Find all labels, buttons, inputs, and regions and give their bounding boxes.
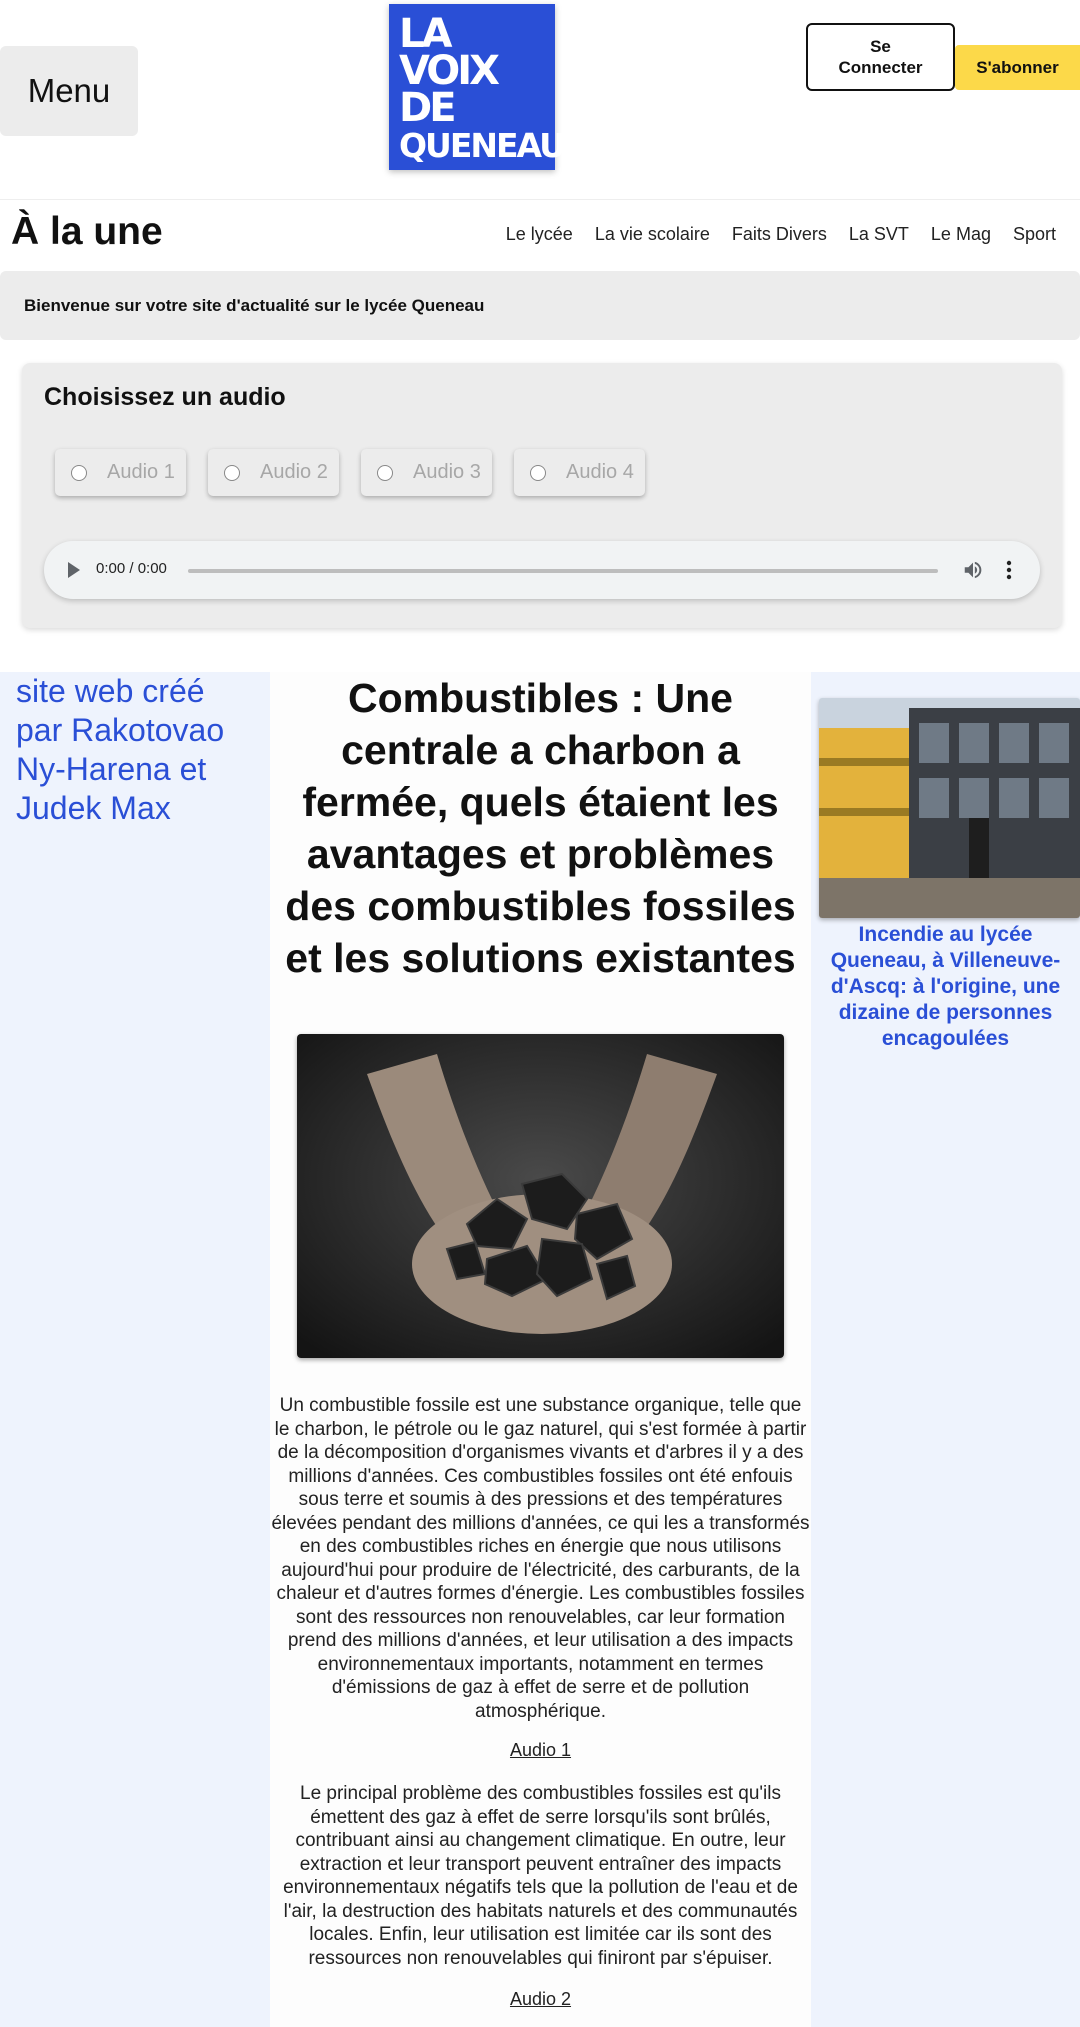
nav-link-lycee[interactable]: Le lycée bbox=[506, 224, 573, 245]
site-credits: site web créé par Rakotovao Ny-Harena et… bbox=[16, 673, 225, 826]
player-time: 0:00 / 0:00 bbox=[96, 560, 167, 577]
article-title: Combustibles : Une centrale a charbon a … bbox=[285, 675, 796, 981]
play-icon[interactable] bbox=[68, 562, 80, 578]
logo-line-4: QUENEAU bbox=[399, 126, 566, 165]
audio-option-3[interactable]: Audio 3 bbox=[361, 449, 492, 496]
right-sidebar: Incendie au lycée Queneau, à Villeneuve-… bbox=[811, 672, 1080, 2027]
volume-icon[interactable] bbox=[962, 559, 984, 581]
audio-option-1[interactable]: Audio 1 bbox=[55, 449, 186, 496]
radio-icon[interactable] bbox=[71, 464, 87, 481]
nav-link-svt[interactable]: La SVT bbox=[849, 224, 909, 245]
radio-icon[interactable] bbox=[224, 464, 240, 481]
logo-line-3: DE bbox=[399, 85, 457, 131]
audio-option-label: Audio 1 bbox=[107, 461, 175, 483]
welcome-banner: Bienvenue sur votre site d'actualité sur… bbox=[0, 271, 1080, 340]
site-header: Menu LA VOIX DE QUENEAU Se Connecter S'a… bbox=[0, 0, 1080, 200]
article-paragraph-2: Le principal problème des combustibles f… bbox=[283, 1783, 798, 1969]
radio-icon[interactable] bbox=[530, 464, 546, 481]
audio-option-label: Audio 2 bbox=[260, 461, 328, 483]
login-button[interactable]: Se Connecter bbox=[806, 23, 955, 91]
more-options-icon[interactable] bbox=[1004, 559, 1014, 581]
coal-in-hands-image bbox=[297, 1034, 784, 1358]
audio-options: Audio 1 Audio 2 Audio 3 Audio 4 bbox=[55, 449, 667, 496]
seek-bar[interactable] bbox=[188, 569, 938, 573]
page-title: À la une bbox=[11, 210, 163, 253]
nav-link-faits-divers[interactable]: Faits Divers bbox=[732, 224, 827, 245]
audio-option-label: Audio 3 bbox=[413, 461, 481, 483]
nav-link-mag[interactable]: Le Mag bbox=[931, 224, 991, 245]
audio-link-1[interactable]: Audio 1 bbox=[270, 1740, 811, 1761]
audio-panel: Choisissez un audio Audio 1 Audio 2 Audi… bbox=[22, 363, 1062, 628]
nav-link-sport[interactable]: Sport bbox=[1013, 224, 1056, 245]
section-nav: À la une Le lycée La vie scolaire Faits … bbox=[0, 202, 1080, 268]
left-sidebar: site web créé par Rakotovao Ny-Harena et… bbox=[0, 672, 270, 2027]
school-building-image[interactable] bbox=[819, 698, 1080, 918]
nav-link-vie-scolaire[interactable]: La vie scolaire bbox=[595, 224, 710, 245]
article-paragraph-1: Un combustible fossile est une substance… bbox=[271, 1395, 810, 1722]
audio-link-2[interactable]: Audio 2 bbox=[270, 1989, 811, 2010]
menu-button[interactable]: Menu bbox=[0, 46, 138, 136]
radio-icon[interactable] bbox=[377, 464, 393, 481]
subscribe-button[interactable]: S'abonner bbox=[955, 45, 1080, 90]
audio-option-label: Audio 4 bbox=[566, 461, 634, 483]
nav-links: Le lycée La vie scolaire Faits Divers La… bbox=[484, 224, 1056, 245]
article: Combustibles : Une centrale a charbon a … bbox=[270, 672, 811, 2027]
audio-player: 0:00 / 0:00 bbox=[44, 541, 1040, 599]
audio-option-2[interactable]: Audio 2 bbox=[208, 449, 339, 496]
sidebar-headline[interactable]: Incendie au lycée Queneau, à Villeneuve-… bbox=[811, 922, 1080, 1052]
site-logo[interactable]: LA VOIX DE QUENEAU bbox=[389, 4, 566, 170]
audio-panel-title: Choisissez un audio bbox=[44, 383, 286, 411]
audio-option-4[interactable]: Audio 4 bbox=[514, 449, 645, 496]
